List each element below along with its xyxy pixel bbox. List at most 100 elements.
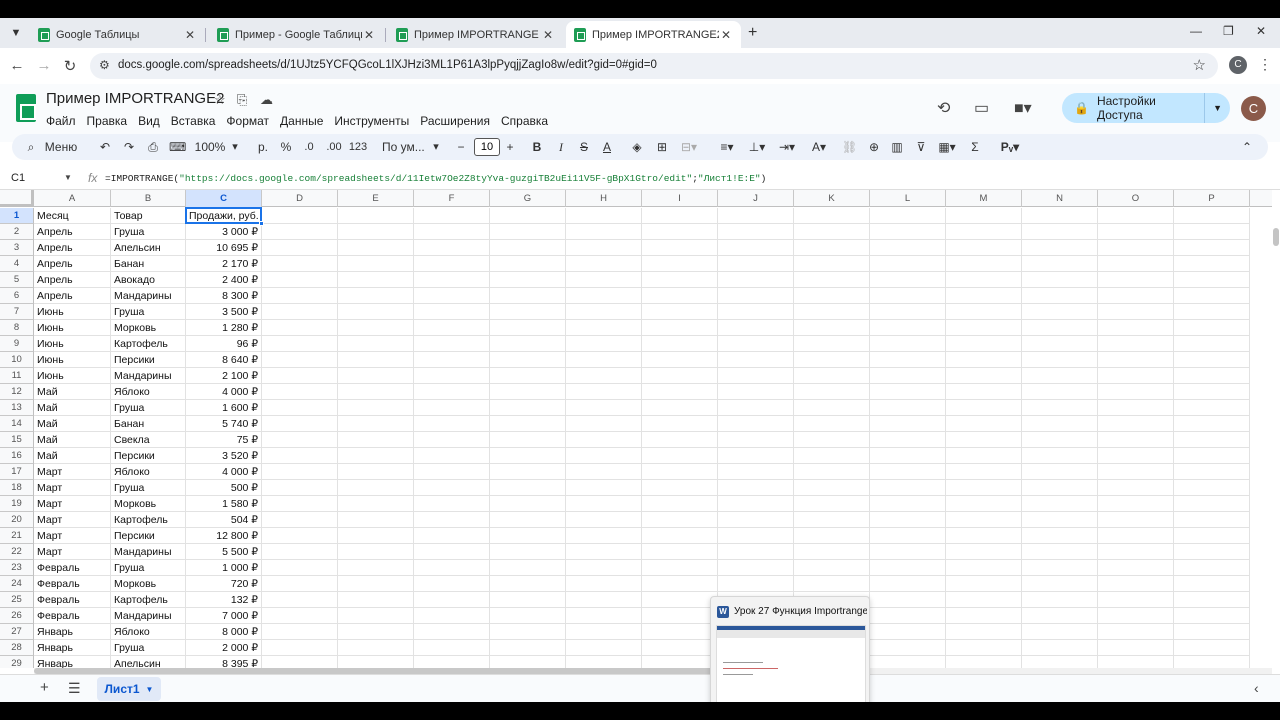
cell-k1[interactable] [794, 208, 870, 224]
cell-h4[interactable] [566, 256, 642, 272]
cell-l17[interactable] [870, 464, 946, 480]
cell-k13[interactable] [794, 400, 870, 416]
cell-n6[interactable] [1022, 288, 1098, 304]
cell-l18[interactable] [870, 480, 946, 496]
cell-i19[interactable] [642, 496, 718, 512]
cell-g26[interactable] [490, 608, 566, 624]
sheet-tab-chevron-icon[interactable]: ▼ [146, 685, 154, 694]
print-icon[interactable]: ⎙ [146, 134, 160, 160]
cell-d27[interactable] [262, 624, 338, 640]
cell-b2[interactable]: Груша [111, 224, 186, 240]
cell-p3[interactable] [1174, 240, 1250, 256]
cell-n14[interactable] [1022, 416, 1098, 432]
horizontal-align-icon[interactable]: ≡▾ [715, 134, 739, 160]
row-header[interactable]: 13 [0, 400, 34, 416]
cell-o21[interactable] [1098, 528, 1174, 544]
cell-h6[interactable] [566, 288, 642, 304]
cell-i15[interactable] [642, 432, 718, 448]
column-header-l[interactable]: L [870, 190, 946, 207]
cell-g15[interactable] [490, 432, 566, 448]
menu-insert[interactable]: Вставка [171, 114, 216, 128]
row-header[interactable]: 22 [0, 544, 34, 560]
menu-extensions[interactable]: Расширения [420, 114, 490, 128]
cell-m24[interactable] [946, 576, 1022, 592]
cell-i20[interactable] [642, 512, 718, 528]
sheets-logo-icon[interactable] [16, 94, 36, 122]
cloud-status-icon[interactable]: ☁ [260, 92, 273, 108]
document-title[interactable]: Пример IMPORTRANGE2 [46, 90, 224, 107]
cell-c25[interactable]: 132 ₽ [186, 592, 262, 608]
cell-b17[interactable]: Яблоко [111, 464, 186, 480]
cell-d21[interactable] [262, 528, 338, 544]
cell-o28[interactable] [1098, 640, 1174, 656]
cell-g7[interactable] [490, 304, 566, 320]
cell-m15[interactable] [946, 432, 1022, 448]
cell-f15[interactable] [414, 432, 490, 448]
row-header[interactable]: 27 [0, 624, 34, 640]
column-header-i[interactable]: I [642, 190, 718, 207]
menu-file[interactable]: Файл [46, 114, 76, 128]
menu-format[interactable]: Формат [226, 114, 269, 128]
cell-g24[interactable] [490, 576, 566, 592]
cell-o2[interactable] [1098, 224, 1174, 240]
cell-b10[interactable]: Персики [111, 352, 186, 368]
cell-m22[interactable] [946, 544, 1022, 560]
collapse-menus-chevron-icon[interactable]: ⌃ [1240, 134, 1254, 160]
move-folder-icon[interactable]: ⎘ [237, 92, 247, 108]
cell-o22[interactable] [1098, 544, 1174, 560]
cell-j11[interactable] [718, 368, 794, 384]
font-family-select[interactable]: По ум... [382, 134, 428, 160]
cell-f21[interactable] [414, 528, 490, 544]
filter-icon[interactable]: ⊽ [914, 134, 928, 160]
cell-b29[interactable]: Апельсин [111, 656, 186, 668]
cell-m4[interactable] [946, 256, 1022, 272]
cell-b3[interactable]: Апельсин [111, 240, 186, 256]
cell-b20[interactable]: Картофель [111, 512, 186, 528]
cell-m19[interactable] [946, 496, 1022, 512]
cell-g6[interactable] [490, 288, 566, 304]
cell-i7[interactable] [642, 304, 718, 320]
cell-n2[interactable] [1022, 224, 1098, 240]
cell-l26[interactable] [870, 608, 946, 624]
cell-l15[interactable] [870, 432, 946, 448]
browser-menu-kebab-icon[interactable]: ⋮ [1258, 56, 1272, 73]
input-tools-icon[interactable]: Pᵥ▾ [997, 134, 1023, 160]
borders-icon[interactable]: ⊞ [655, 134, 669, 160]
column-header-k[interactable]: K [794, 190, 870, 207]
cell-m27[interactable] [946, 624, 1022, 640]
cell-p24[interactable] [1174, 576, 1250, 592]
cell-h14[interactable] [566, 416, 642, 432]
cell-p8[interactable] [1174, 320, 1250, 336]
cell-d15[interactable] [262, 432, 338, 448]
cell-i25[interactable] [642, 592, 718, 608]
fill-color-icon[interactable]: ◈ [630, 134, 644, 160]
cell-c12[interactable]: 4 000 ₽ [186, 384, 262, 400]
star-icon[interactable]: ☆ [214, 92, 226, 108]
cell-g12[interactable] [490, 384, 566, 400]
cell-m3[interactable] [946, 240, 1022, 256]
cell-g19[interactable] [490, 496, 566, 512]
cell-m21[interactable] [946, 528, 1022, 544]
cell-o11[interactable] [1098, 368, 1174, 384]
cell-d24[interactable] [262, 576, 338, 592]
cell-f3[interactable] [414, 240, 490, 256]
zoom-select[interactable]: 100% [194, 134, 226, 160]
cell-a15[interactable]: Май [34, 432, 111, 448]
paint-format-icon[interactable]: ⌨ [169, 134, 186, 160]
cell-i3[interactable] [642, 240, 718, 256]
version-history-icon[interactable]: ⟲ [937, 98, 950, 118]
cell-f13[interactable] [414, 400, 490, 416]
cell-l21[interactable] [870, 528, 946, 544]
cell-b12[interactable]: Яблоко [111, 384, 186, 400]
cell-j20[interactable] [718, 512, 794, 528]
cell-o9[interactable] [1098, 336, 1174, 352]
cell-a26[interactable]: Февраль [34, 608, 111, 624]
cell-i14[interactable] [642, 416, 718, 432]
cell-h9[interactable] [566, 336, 642, 352]
cell-j13[interactable] [718, 400, 794, 416]
cell-l22[interactable] [870, 544, 946, 560]
cell-g28[interactable] [490, 640, 566, 656]
cell-p23[interactable] [1174, 560, 1250, 576]
cell-m26[interactable] [946, 608, 1022, 624]
cell-m2[interactable] [946, 224, 1022, 240]
